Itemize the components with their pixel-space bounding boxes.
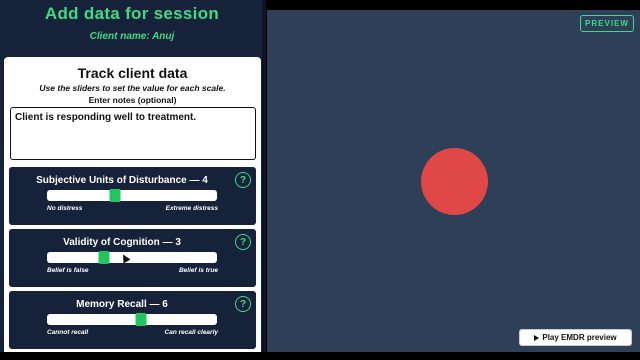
page-title: Add data for session bbox=[44, 4, 220, 23]
help-icon[interactable]: ? bbox=[235, 234, 251, 250]
client-name: Client name: Anuj bbox=[89, 31, 175, 42]
slider-track[interactable] bbox=[47, 313, 217, 326]
slider-track[interactable] bbox=[47, 189, 217, 202]
session-form-panel: Add data for session Client name: Anuj T… bbox=[0, 0, 264, 352]
notes-label: Enter notes (optional) bbox=[88, 95, 177, 105]
slider-thumb[interactable] bbox=[135, 313, 147, 326]
scale-max-label: Belief is true bbox=[178, 267, 218, 274]
play-icon bbox=[534, 334, 540, 341]
preview-button[interactable]: PREVIEW bbox=[580, 15, 634, 32]
notes-textarea[interactable]: Client is responding well to treatment. bbox=[10, 107, 256, 160]
scale-max-label: Extreme distress bbox=[165, 205, 218, 212]
scale-min-label: Cannot recall bbox=[47, 329, 89, 336]
card-subtitle: Use the sliders to set the value for eac… bbox=[39, 83, 226, 93]
scale-title: Memory Recall — 6 bbox=[76, 299, 168, 310]
scale-title: Subjective Units of Disturbance — 4 bbox=[36, 175, 208, 186]
track-client-data-card: Track client data Use the sliders to set… bbox=[4, 57, 261, 352]
play-emdr-preview-button[interactable]: Play EMDR preview bbox=[519, 329, 632, 346]
help-icon[interactable]: ? bbox=[235, 296, 251, 312]
scale-voc: Validity of Cognition — 3 ? Belief is fa… bbox=[9, 229, 256, 287]
slider-thumb[interactable] bbox=[109, 189, 121, 202]
scale-memory-recall: Memory Recall — 6 ? Cannot recall Can re… bbox=[9, 291, 256, 349]
slider-track[interactable] bbox=[47, 251, 217, 264]
scale-suds: Subjective Units of Disturbance — 4 ? No… bbox=[9, 167, 256, 225]
help-icon[interactable]: ? bbox=[235, 172, 251, 188]
scale-min-label: No distress bbox=[47, 205, 83, 212]
slider-thumb[interactable] bbox=[98, 251, 110, 264]
scale-title: Validity of Cognition — 3 bbox=[63, 237, 181, 248]
scale-max-label: Can recall clearly bbox=[164, 329, 218, 336]
left-panel-scrollbar[interactable] bbox=[262, 0, 266, 352]
card-title: Track client data bbox=[77, 65, 188, 81]
play-button-label: Play EMDR preview bbox=[542, 333, 617, 342]
emdr-dot bbox=[421, 148, 488, 215]
scale-min-label: Belief is false bbox=[47, 267, 89, 274]
